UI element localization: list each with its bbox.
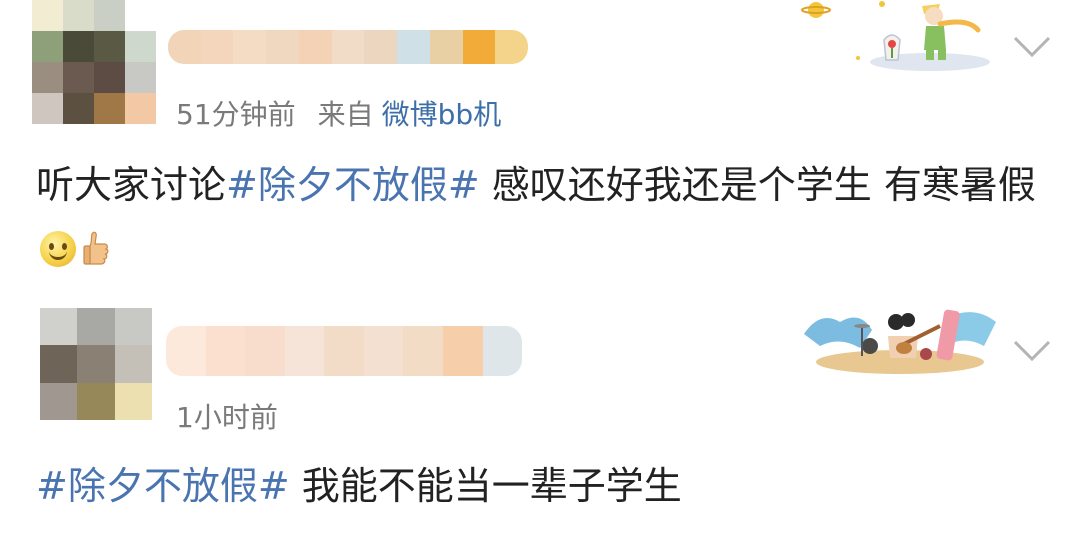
name-mosaic-cell [429,30,463,64]
post-card: 1小时前 #除夕不放假# 我能不能当一辈子学生 [0,290,1080,541]
name-mosaic-cell [205,326,246,376]
post-text: 听大家讨论#除夕不放假# 感叹还好我还是个学生 有寒暑假 [36,153,1036,281]
chevron-down-icon[interactable] [1012,338,1052,364]
name-mosaic-cell [324,326,364,376]
chevron-down-icon[interactable] [1012,34,1052,60]
post-text-after: 我能不能当一辈子学生 [289,464,682,508]
name-mosaic-cell [331,30,365,64]
name-mosaic-cell [298,30,332,64]
avatar-mosaic-cell [40,308,78,346]
name-mosaic-cell [495,30,528,64]
name-mosaic-cell [233,30,267,64]
avatar-mosaic-cell [94,62,125,93]
post-text: #除夕不放假# 我能不能当一辈子学生 [36,454,1036,518]
name-mosaic-cell [364,30,398,64]
post-card: 51分钟前 来自 微博bb机 听大家讨论#除夕不放假# 感叹还好我还是个学生 有寒暑… [0,0,1080,290]
avatar-mosaic-cell [114,345,152,383]
smile-emoji-icon [40,231,76,267]
avatar-mosaic-cell [125,0,156,31]
hashtag-link[interactable]: #除夕不放假# [36,464,290,508]
avatar-mosaic-cell [125,31,156,62]
avatar[interactable] [32,0,156,124]
avatar-mosaic-cell [32,31,63,62]
name-mosaic-cell [245,326,285,376]
post-meta: 1小时前 [176,396,278,436]
band-music-badge-icon [804,309,996,374]
source-app-link[interactable]: 微博bb机 [382,98,502,131]
name-mosaic-cell [482,326,522,376]
avatar-mosaic-cell [40,345,78,383]
avatar-mosaic-cell [77,345,115,383]
avatar-mosaic-cell [94,31,125,62]
post-time: 1小时前 [176,401,278,434]
avatar-mosaic-cell [77,308,115,346]
avatar-mosaic-cell [77,382,115,420]
source-label: 来自 [317,98,374,131]
hashtag-link[interactable]: #除夕不放假# [226,163,480,207]
avatar-mosaic-cell [32,93,63,124]
avatar-mosaic-cell [63,0,94,31]
little-prince-badge-icon [801,1,990,71]
avatar[interactable] [40,308,152,420]
avatar-mosaic-cell [94,93,125,124]
name-mosaic-cell [442,326,483,376]
avatar-mosaic-cell [125,62,156,93]
name-mosaic-cell [168,30,201,64]
username-blurred[interactable] [168,30,528,64]
name-mosaic-cell [462,30,496,64]
avatar-mosaic-cell [63,31,94,62]
avatar-mosaic-cell [94,0,125,31]
avatar-mosaic-cell [40,382,78,420]
avatar-mosaic-cell [63,93,94,124]
thumbs-up-emoji-icon [83,231,109,265]
post-text-after: 感叹还好我还是个学生 有寒暑假 [479,163,1036,207]
name-mosaic-cell [166,326,206,376]
username-blurred[interactable] [166,326,522,376]
post-text-before: 听大家讨论 [36,163,227,207]
name-mosaic-cell [403,326,443,376]
name-mosaic-cell [200,30,234,64]
avatar-mosaic-cell [32,62,63,93]
name-mosaic-cell [284,326,325,376]
post-meta: 51分钟前 来自 微博bb机 [176,93,501,133]
avatar-mosaic-cell [63,62,94,93]
name-mosaic-cell [266,30,299,64]
post-time: 51分钟前 [176,98,296,131]
avatar-mosaic-cell [32,0,63,31]
avatar-mosaic-cell [114,382,152,420]
avatar-mosaic-cell [125,93,156,124]
avatar-mosaic-cell [114,308,152,346]
name-mosaic-cell [363,326,404,376]
name-mosaic-cell [397,30,430,64]
